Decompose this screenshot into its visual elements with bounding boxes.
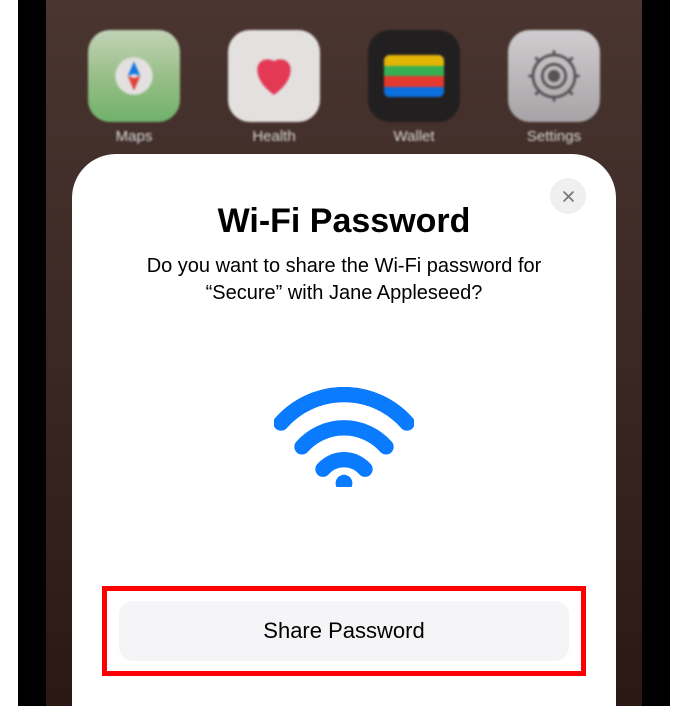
modal-subtitle: Do you want to share the Wi-Fi password … [102,253,586,307]
modal-title: Wi-Fi Password [102,202,586,241]
app-label: Maps [116,128,153,145]
wifi-icon [102,307,586,586]
share-button-highlight: Share Password [102,586,586,676]
wifi-password-modal: Wi-Fi Password Do you want to share the … [72,154,616,706]
maps-icon [88,30,180,122]
wallet-icon [368,30,460,122]
home-screen-row: Maps Health Wallet Settings [46,0,642,145]
app-label: Settings [527,128,581,145]
app-settings[interactable]: Settings [508,30,600,145]
app-label: Health [252,128,295,145]
app-wallet[interactable]: Wallet [368,30,460,145]
phone-screen: Maps Health Wallet Settings [46,0,642,706]
app-maps[interactable]: Maps [88,30,180,145]
close-button[interactable] [550,178,586,214]
health-icon [228,30,320,122]
share-button-label: Share Password [263,618,424,644]
settings-icon [508,30,600,122]
share-password-button[interactable]: Share Password [119,601,569,661]
phone-frame: Maps Health Wallet Settings [18,0,670,706]
close-icon [561,189,576,204]
app-health[interactable]: Health [228,30,320,145]
app-label: Wallet [393,128,434,145]
